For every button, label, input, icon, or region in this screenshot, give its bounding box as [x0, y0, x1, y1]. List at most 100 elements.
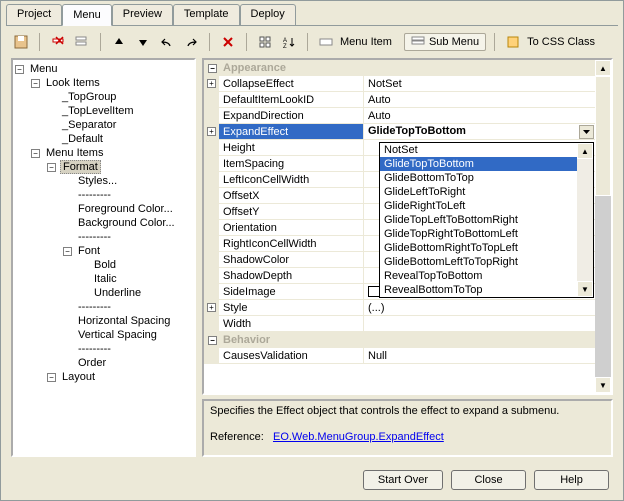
- dropdown-item-selected[interactable]: GlideTopToBottom: [380, 157, 577, 171]
- menu-item-label[interactable]: Menu Item: [340, 36, 392, 48]
- tree-font[interactable]: −Font: [63, 244, 192, 258]
- category-behavior[interactable]: −Behavior: [204, 332, 595, 348]
- tree-label[interactable]: Italic: [92, 273, 119, 285]
- tree-item[interactable]: Styles...: [63, 174, 192, 188]
- tree-label[interactable]: Font: [76, 245, 102, 257]
- expand-icon[interactable]: +: [207, 127, 216, 136]
- scroll-track[interactable]: [595, 196, 611, 377]
- tree-item[interactable]: _Default: [47, 132, 192, 146]
- save-icon[interactable]: [11, 32, 31, 52]
- expand-icon[interactable]: +: [207, 303, 216, 312]
- tree-item[interactable]: ---------: [63, 188, 192, 202]
- dropdown-item[interactable]: RevealBottomToTop: [380, 283, 577, 297]
- tree-item[interactable]: _Separator: [47, 118, 192, 132]
- tree-label[interactable]: Bold: [92, 259, 118, 271]
- tree-item[interactable]: Bold: [79, 258, 192, 272]
- tree-label[interactable]: ---------: [76, 301, 113, 313]
- start-over-button[interactable]: Start Over: [363, 470, 443, 490]
- tree-label[interactable]: Horizontal Spacing: [76, 315, 172, 327]
- tree-item[interactable]: Foreground Color...: [63, 202, 192, 216]
- tree-label[interactable]: Order: [76, 357, 108, 369]
- tree-label-selected[interactable]: Format: [60, 160, 101, 174]
- scrollbar[interactable]: ▲ ▼: [595, 60, 611, 393]
- dropdown-item[interactable]: GlideTopRightToBottomLeft: [380, 227, 577, 241]
- dropdown-item[interactable]: GlideTopLeftToBottomRight: [380, 213, 577, 227]
- tree-root[interactable]: −Menu: [15, 62, 192, 76]
- dropdown-item[interactable]: GlideBottomLeftToTopRight: [380, 255, 577, 269]
- dropdown-item[interactable]: RevealTopToBottom: [380, 269, 577, 283]
- scroll-thumb[interactable]: [595, 76, 611, 196]
- prop-row[interactable]: DefaultItemLookIDAuto: [204, 92, 595, 108]
- categorized-icon[interactable]: [255, 32, 275, 52]
- tree-panel[interactable]: −Menu −Look Items _TopGroup _TopLevelIte…: [11, 58, 196, 457]
- tree-label[interactable]: ---------: [76, 189, 113, 201]
- collapse-icon[interactable]: −: [47, 163, 56, 172]
- dropdown-item[interactable]: GlideBottomToTop: [380, 171, 577, 185]
- dropdown-item[interactable]: GlideRightToLeft: [380, 199, 577, 213]
- dropdown-scrollbar[interactable]: ▲ ▼: [577, 143, 593, 297]
- tab-menu[interactable]: Menu: [62, 4, 112, 26]
- dropdown-item[interactable]: GlideLeftToRight: [380, 185, 577, 199]
- prop-value[interactable]: Null: [364, 350, 595, 362]
- tree-item[interactable]: Vertical Spacing: [63, 328, 192, 342]
- tree-label[interactable]: _Default: [60, 133, 105, 145]
- tree-label[interactable]: Menu Items: [44, 147, 105, 159]
- css-icon[interactable]: [503, 32, 523, 52]
- tree-label[interactable]: _TopLevelItem: [60, 105, 136, 117]
- prop-row[interactable]: Width: [204, 316, 595, 332]
- tree-label[interactable]: Underline: [92, 287, 143, 299]
- dropdown-item[interactable]: NotSet: [380, 143, 577, 157]
- tree-item[interactable]: ---------: [63, 342, 192, 356]
- tree-label[interactable]: _Separator: [60, 119, 118, 131]
- tree-item[interactable]: Order: [63, 356, 192, 370]
- tree-label[interactable]: Foreground Color...: [76, 203, 175, 215]
- property-grid[interactable]: −Appearance +CollapseEffectNotSet Defaul…: [202, 58, 613, 395]
- delete-icon[interactable]: [218, 32, 238, 52]
- scroll-down-icon[interactable]: ▼: [577, 281, 593, 297]
- close-button[interactable]: Close: [451, 470, 526, 490]
- prop-value[interactable]: (...): [364, 302, 595, 314]
- arrow-up-icon[interactable]: [109, 32, 129, 52]
- scroll-track[interactable]: [577, 159, 593, 281]
- delete-item-icon[interactable]: [48, 32, 68, 52]
- tree-label[interactable]: Vertical Spacing: [76, 329, 159, 341]
- tree-item[interactable]: _TopGroup: [47, 90, 192, 104]
- prop-row[interactable]: CausesValidationNull: [204, 348, 595, 364]
- tree-look-items[interactable]: −Look Items: [31, 76, 192, 90]
- tree-label[interactable]: Look Items: [44, 77, 102, 89]
- help-button[interactable]: Help: [534, 470, 609, 490]
- tree-layout[interactable]: −Layout: [47, 370, 192, 384]
- sort-icon[interactable]: AZ: [279, 32, 299, 52]
- collapse-icon[interactable]: −: [208, 64, 217, 73]
- dropdown-item[interactable]: GlideBottomRightToTopLeft: [380, 241, 577, 255]
- expand-icon[interactable]: +: [207, 79, 216, 88]
- collapse-icon[interactable]: −: [208, 336, 217, 345]
- collapse-icon[interactable]: −: [31, 79, 40, 88]
- prop-row[interactable]: +CollapseEffectNotSet: [204, 76, 595, 92]
- tree-label[interactable]: Menu: [28, 63, 60, 75]
- prop-row[interactable]: +Style(...): [204, 300, 595, 316]
- category-appearance[interactable]: −Appearance: [204, 60, 595, 76]
- collapse-icon[interactable]: −: [15, 65, 24, 74]
- prop-row[interactable]: ExpandDirectionAuto: [204, 108, 595, 124]
- tree-item[interactable]: ---------: [63, 230, 192, 244]
- prop-value[interactable]: NotSet: [364, 78, 595, 90]
- undo-icon[interactable]: [157, 32, 177, 52]
- tree-menu-items[interactable]: −Menu Items: [31, 146, 192, 160]
- scroll-down-icon[interactable]: ▼: [595, 377, 611, 393]
- dropdown-button[interactable]: [579, 125, 594, 139]
- menu-item-icon[interactable]: [316, 32, 336, 52]
- new-items-icon[interactable]: [72, 32, 92, 52]
- tree-item[interactable]: _TopLevelItem: [47, 104, 192, 118]
- tab-project[interactable]: Project: [6, 4, 62, 25]
- tree-label[interactable]: ---------: [76, 343, 113, 355]
- tree-label[interactable]: ---------: [76, 231, 113, 243]
- tree-format[interactable]: −Format: [47, 160, 192, 174]
- prop-value[interactable]: GlideTopToBottom: [364, 125, 595, 139]
- dropdown-list[interactable]: NotSet GlideTopToBottom GlideBottomToTop…: [379, 142, 594, 298]
- collapse-icon[interactable]: −: [63, 247, 72, 256]
- scroll-up-icon[interactable]: ▲: [595, 60, 611, 76]
- tree-item[interactable]: Horizontal Spacing: [63, 314, 192, 328]
- tree-item[interactable]: Underline: [79, 286, 192, 300]
- to-css-class-label[interactable]: To CSS Class: [527, 36, 595, 48]
